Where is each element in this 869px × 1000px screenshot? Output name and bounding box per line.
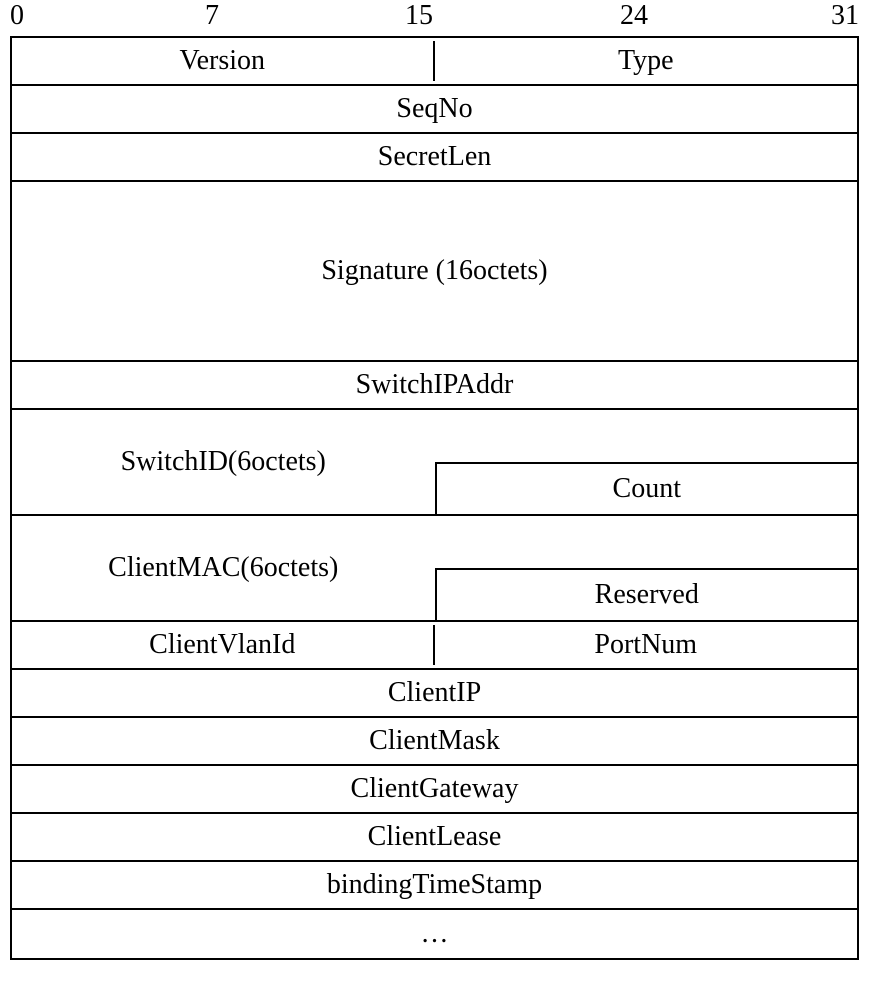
tick-15: 15 — [405, 0, 433, 32]
field-bindingts: bindingTimeStamp — [12, 865, 857, 905]
field-type: Type — [435, 41, 858, 81]
tick-31: 31 — [831, 0, 859, 32]
row-vlan-port: ClientVlanId PortNum — [12, 622, 857, 670]
row-version-type: Version Type — [12, 38, 857, 86]
field-count: Count — [435, 462, 858, 514]
field-portnum: PortNum — [435, 625, 858, 665]
field-switchip: SwitchIPAddr — [12, 365, 857, 405]
row-signature: Signature (16octets) — [12, 182, 857, 362]
field-reserved: Reserved — [435, 568, 858, 620]
field-clientmac: ClientMAC(6octets) — [12, 516, 435, 620]
row-clientgw: ClientGateway — [12, 766, 857, 814]
field-secretlen: SecretLen — [12, 137, 857, 177]
field-version: Version — [12, 41, 435, 81]
field-seqno: SeqNo — [12, 89, 857, 129]
row-secretlen: SecretLen — [12, 134, 857, 182]
bit-ruler: 0 7 15 24 31 — [10, 0, 859, 36]
tick-7: 7 — [205, 0, 219, 32]
row-clientmask: ClientMask — [12, 718, 857, 766]
row-bindingts: bindingTimeStamp — [12, 862, 857, 910]
packet-layout-diagram: 0 7 15 24 31 Version Type SeqNo SecretLe… — [0, 0, 869, 1000]
field-clientgw: ClientGateway — [12, 769, 857, 809]
row-clientip: ClientIP — [12, 670, 857, 718]
field-clientmask: ClientMask — [12, 721, 857, 761]
tick-0: 0 — [10, 0, 24, 32]
packet-box: Version Type SeqNo SecretLen Signature (… — [10, 36, 859, 960]
tick-24: 24 — [620, 0, 648, 32]
field-clientlease: ClientLease — [12, 817, 857, 857]
row-switchip: SwitchIPAddr — [12, 362, 857, 410]
row-clientmac-reserved: ClientMAC(6octets) Reserved — [12, 516, 857, 622]
field-switchid: SwitchID(6octets) — [12, 410, 435, 514]
field-clientvlan: ClientVlanId — [12, 625, 435, 665]
row-clientlease: ClientLease — [12, 814, 857, 862]
field-more: … — [12, 914, 857, 954]
row-switchid-count: SwitchID(6octets) Count — [12, 410, 857, 516]
field-signature: Signature (16octets) — [12, 251, 857, 291]
row-seqno: SeqNo — [12, 86, 857, 134]
row-more: … — [12, 910, 857, 958]
field-clientip: ClientIP — [12, 673, 857, 713]
